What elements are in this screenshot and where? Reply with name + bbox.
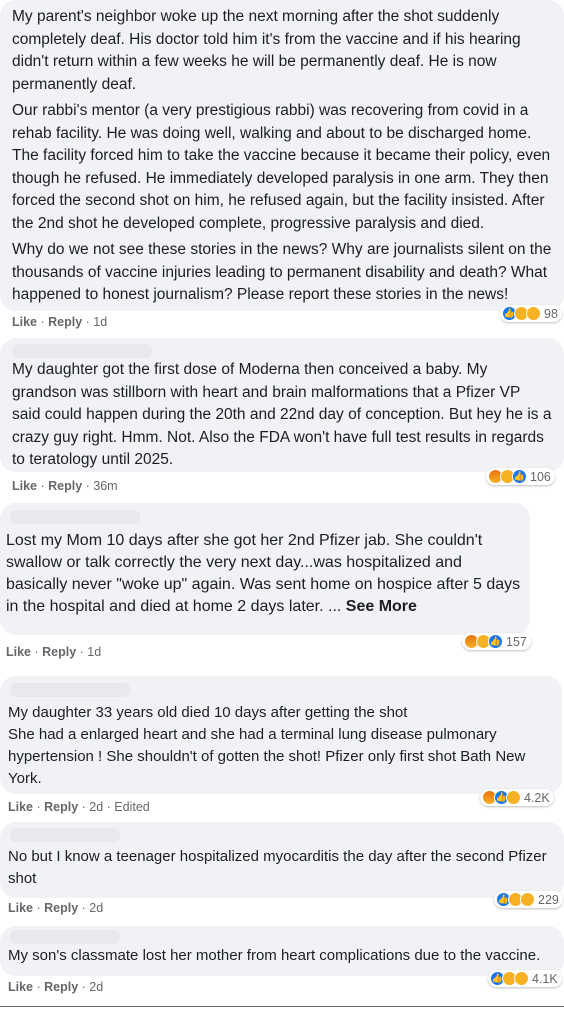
see-more-link[interactable]: See More	[346, 598, 417, 615]
comment-1-paragraph-3: Why do we not see these stories in the n…	[12, 241, 552, 303]
reactions-5[interactable]: 👍 229	[494, 891, 563, 908]
wow-icon	[526, 306, 541, 321]
timestamp[interactable]: 1d	[87, 645, 101, 659]
like-link[interactable]: Like	[12, 315, 37, 329]
comment-3-text: Lost my Mom 10 days after she got her 2n…	[6, 532, 521, 615]
like-link[interactable]: Like	[8, 901, 33, 915]
care-icon	[506, 790, 521, 805]
comment-6-actions: Like · Reply · 2d	[8, 980, 104, 994]
comment-6-text: My son's classmate lost her mother from …	[8, 947, 541, 964]
care-icon	[514, 971, 529, 986]
like-link[interactable]: Like	[8, 980, 33, 994]
comment-1-actions: Like · Reply · 1d	[12, 315, 108, 329]
reaction-count: 4.1K	[532, 971, 558, 986]
comment-2-actions: Like · Reply · 36m	[12, 479, 118, 493]
reply-link[interactable]: Reply	[44, 800, 78, 814]
timestamp[interactable]: 2d	[89, 800, 103, 814]
reply-link[interactable]: Reply	[48, 315, 82, 329]
like-link[interactable]: Like	[12, 479, 37, 493]
bottom-divider	[0, 1006, 564, 1007]
edited-label: Edited	[114, 800, 150, 814]
like-link[interactable]: Like	[8, 800, 33, 814]
reply-link[interactable]: Reply	[42, 645, 76, 659]
timestamp[interactable]: 36m	[93, 479, 117, 493]
like-icon: 👍	[488, 634, 503, 649]
reply-link[interactable]: Reply	[48, 479, 82, 493]
comment-5-actions: Like · Reply · 2d	[8, 901, 104, 915]
care-icon	[520, 892, 535, 907]
reaction-count: 157	[506, 634, 527, 649]
like-link[interactable]: Like	[6, 645, 31, 659]
timestamp[interactable]: 2d	[89, 980, 103, 994]
comment-1-paragraph-1: My parent's neighbor woke up the next mo…	[12, 8, 521, 93]
comment-2-text: My daughter got the first dose of Modern…	[12, 361, 552, 468]
reply-link[interactable]: Reply	[44, 980, 78, 994]
reaction-count: 4.2K	[524, 790, 550, 805]
comment-1-paragraph-2: Our rabbi's mentor (a very prestigious r…	[12, 102, 551, 232]
reaction-count: 106	[530, 469, 551, 484]
comment-3-actions: Like · Reply · 1d	[6, 645, 102, 659]
reactions-3[interactable]: 👍 157	[462, 633, 531, 650]
reaction-count: 229	[538, 892, 559, 907]
reactions-1[interactable]: 👍 98	[500, 305, 562, 322]
author-name-redacted	[10, 930, 120, 944]
reactions-6[interactable]: 👍 4.1K	[488, 970, 562, 987]
author-name-redacted	[12, 344, 152, 358]
reply-link[interactable]: Reply	[44, 901, 78, 915]
author-name-redacted	[10, 510, 140, 524]
comment-4-actions: Like · Reply · 2d · Edited	[8, 800, 150, 814]
comment-5-text: No but I know a teenager hospitalized my…	[8, 848, 547, 887]
timestamp[interactable]: 2d	[89, 901, 103, 915]
reaction-count: 98	[544, 306, 558, 321]
like-icon: 👍	[512, 469, 527, 484]
comment-4-text: My daughter 33 years old died 10 days af…	[8, 704, 526, 787]
reactions-2[interactable]: 👍 106	[486, 468, 555, 485]
author-name-redacted	[10, 683, 130, 697]
timestamp[interactable]: 1d	[93, 315, 107, 329]
reactions-4[interactable]: 👍 4.2K	[480, 789, 554, 806]
author-name-redacted	[10, 828, 120, 842]
